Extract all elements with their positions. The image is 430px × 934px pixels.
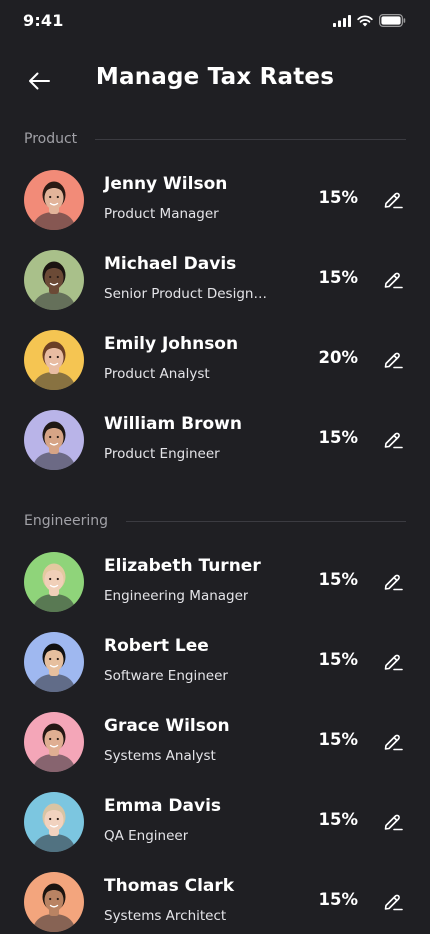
person-role: Product Analyst — [104, 366, 210, 382]
battery-icon — [379, 14, 406, 27]
person-name: Jenny Wilson — [104, 174, 228, 194]
section-title: Product — [24, 131, 78, 147]
edit-button[interactable] — [380, 808, 406, 834]
person-name: Elizabeth Turner — [104, 556, 261, 576]
edit-button[interactable] — [380, 568, 406, 594]
edit-button[interactable] — [380, 426, 406, 452]
edit-pencil-icon — [382, 348, 404, 370]
avatar — [24, 410, 84, 470]
edit-pencil-icon — [382, 650, 404, 672]
section-header: Product — [24, 128, 406, 150]
person-role: Systems Architect — [104, 908, 227, 924]
edit-pencil-icon — [382, 570, 404, 592]
tax-rate-value: 15% — [318, 268, 359, 287]
tax-rate-value: 20% — [318, 348, 359, 367]
person-name: Michael Davis — [104, 254, 237, 274]
person-name: Robert Lee — [104, 636, 209, 656]
list-item[interactable]: Michael Davis Senior Product Design… 15% — [24, 248, 406, 312]
avatar — [24, 792, 84, 852]
avatar — [24, 872, 84, 932]
edit-button[interactable] — [380, 186, 406, 212]
person-name: Emma Davis — [104, 796, 222, 816]
person-role: Software Engineer — [104, 668, 228, 684]
edit-pencil-icon — [382, 428, 404, 450]
list-item[interactable]: Grace Wilson Systems Analyst 15% — [24, 710, 406, 774]
person-role: QA Engineer — [104, 828, 189, 844]
avatar — [24, 170, 84, 230]
list-item[interactable]: Robert Lee Software Engineer 15% — [24, 630, 406, 694]
person-role: Senior Product Design… — [104, 286, 267, 302]
tax-rate-value: 15% — [318, 890, 359, 909]
list-item[interactable]: Jenny Wilson Product Manager 15% — [24, 168, 406, 232]
edit-pencil-icon — [382, 188, 404, 210]
tax-rate-value: 15% — [318, 730, 359, 749]
person-role: Product Engineer — [104, 446, 220, 462]
person-name: Emily Johnson — [104, 334, 239, 354]
edit-button[interactable] — [380, 266, 406, 292]
avatar — [24, 250, 84, 310]
section-title: Engineering — [24, 513, 108, 529]
edit-button[interactable] — [380, 648, 406, 674]
person-name: William Brown — [104, 414, 242, 434]
header: Manage Tax Rates — [0, 56, 430, 106]
page-title: Manage Tax Rates — [95, 64, 335, 90]
status-icons — [333, 14, 406, 27]
tax-rate-value: 15% — [318, 428, 359, 447]
list-item[interactable]: Emma Davis QA Engineer 15% — [24, 790, 406, 854]
list-item[interactable]: Thomas Clark Systems Architect 15% — [24, 870, 406, 934]
edit-button[interactable] — [380, 728, 406, 754]
section-header: Engineering — [24, 510, 406, 532]
person-name: Thomas Clark — [104, 876, 235, 896]
edit-button[interactable] — [380, 346, 406, 372]
list-item[interactable]: William Brown Product Engineer 15% — [24, 408, 406, 472]
edit-pencil-icon — [382, 890, 404, 912]
avatar — [24, 712, 84, 772]
person-role: Systems Analyst — [104, 748, 216, 764]
person-role: Engineering Manager — [104, 588, 249, 604]
section-divider — [126, 520, 406, 522]
list-item[interactable]: Elizabeth Turner Engineering Manager 15% — [24, 550, 406, 614]
status-bar: 9:41 — [0, 0, 430, 44]
tax-rate-value: 15% — [318, 650, 359, 669]
list-item[interactable]: Emily Johnson Product Analyst 20% — [24, 328, 406, 392]
status-time: 9:41 — [23, 11, 64, 30]
section-divider — [95, 138, 406, 140]
edit-pencil-icon — [382, 810, 404, 832]
wifi-icon — [357, 14, 373, 26]
tax-rate-value: 15% — [318, 570, 359, 589]
edit-button[interactable] — [380, 888, 406, 914]
tax-rate-value: 15% — [318, 188, 359, 207]
tax-rate-value: 15% — [318, 810, 359, 829]
person-name: Grace Wilson — [104, 716, 230, 736]
edit-pencil-icon — [382, 730, 404, 752]
avatar — [24, 330, 84, 390]
person-role: Product Manager — [104, 206, 219, 222]
avatar — [24, 632, 84, 692]
avatar — [24, 552, 84, 612]
signal-icon — [333, 14, 351, 27]
edit-pencil-icon — [382, 268, 404, 290]
